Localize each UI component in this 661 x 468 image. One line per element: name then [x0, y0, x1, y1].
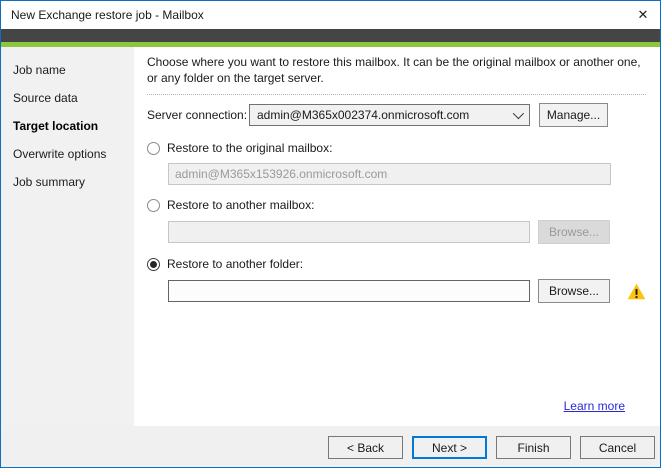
chevron-down-icon	[513, 108, 524, 119]
dotted-separator	[147, 94, 646, 95]
wizard-steps-sidebar: Job name Source data Target location Ove…	[1, 47, 134, 426]
another-mailbox-field	[168, 221, 530, 243]
manage-button[interactable]: Manage...	[539, 103, 608, 127]
another-folder-field-row: Browse...	[168, 279, 646, 303]
radio-row-another-mailbox[interactable]: Restore to another mailbox:	[147, 198, 646, 212]
finish-button[interactable]: Finish	[496, 436, 571, 459]
warning-icon	[627, 283, 646, 300]
radio-another-folder[interactable]	[147, 258, 160, 271]
window-title: New Exchange restore job - Mailbox	[1, 8, 204, 22]
server-connection-label: Server connection:	[147, 108, 249, 122]
sidebar-item-overwrite-options[interactable]: Overwrite options	[1, 140, 134, 168]
step-description: Choose where you want to restore this ma…	[147, 54, 646, 86]
main-area: Job name Source data Target location Ove…	[1, 47, 660, 426]
radio-row-original-mailbox[interactable]: Restore to the original mailbox:	[147, 141, 646, 155]
back-button[interactable]: < Back	[328, 436, 403, 459]
browse-mailbox-button: Browse...	[538, 220, 610, 244]
server-connection-dropdown[interactable]: admin@M365x002374.onmicrosoft.com	[249, 104, 530, 126]
sidebar-item-job-name[interactable]: Job name	[1, 56, 134, 84]
another-mailbox-field-row: Browse...	[168, 220, 646, 244]
radio-original-mailbox[interactable]	[147, 142, 160, 155]
close-icon[interactable]: ✕	[626, 1, 660, 29]
title-bar: New Exchange restore job - Mailbox ✕	[1, 1, 660, 29]
sidebar-item-source-data[interactable]: Source data	[1, 84, 134, 112]
radio-another-mailbox-label: Restore to another mailbox:	[167, 198, 314, 212]
wizard-dialog: New Exchange restore job - Mailbox ✕ Job…	[0, 0, 661, 468]
radio-another-mailbox[interactable]	[147, 199, 160, 212]
radio-another-folder-label: Restore to another folder:	[167, 257, 303, 271]
original-mailbox-field-row	[168, 163, 646, 185]
server-connection-row: Server connection: admin@M365x002374.onm…	[147, 103, 646, 127]
cancel-button[interactable]: Cancel	[580, 436, 655, 459]
footer-button-bar: < Back Next > Finish Cancel	[1, 426, 660, 468]
another-folder-field[interactable]	[168, 280, 530, 302]
sidebar-item-job-summary[interactable]: Job summary	[1, 168, 134, 196]
original-mailbox-field	[168, 163, 611, 185]
learn-more-link[interactable]: Learn more	[564, 399, 625, 413]
server-connection-value: admin@M365x002374.onmicrosoft.com	[257, 108, 513, 122]
radio-row-another-folder[interactable]: Restore to another folder:	[147, 257, 646, 271]
header-dark-band	[1, 29, 660, 42]
radio-original-mailbox-label: Restore to the original mailbox:	[167, 141, 332, 155]
browse-folder-button[interactable]: Browse...	[538, 279, 610, 303]
sidebar-item-target-location[interactable]: Target location	[1, 112, 134, 140]
step-content: Choose where you want to restore this ma…	[134, 47, 661, 426]
next-button[interactable]: Next >	[412, 436, 487, 459]
